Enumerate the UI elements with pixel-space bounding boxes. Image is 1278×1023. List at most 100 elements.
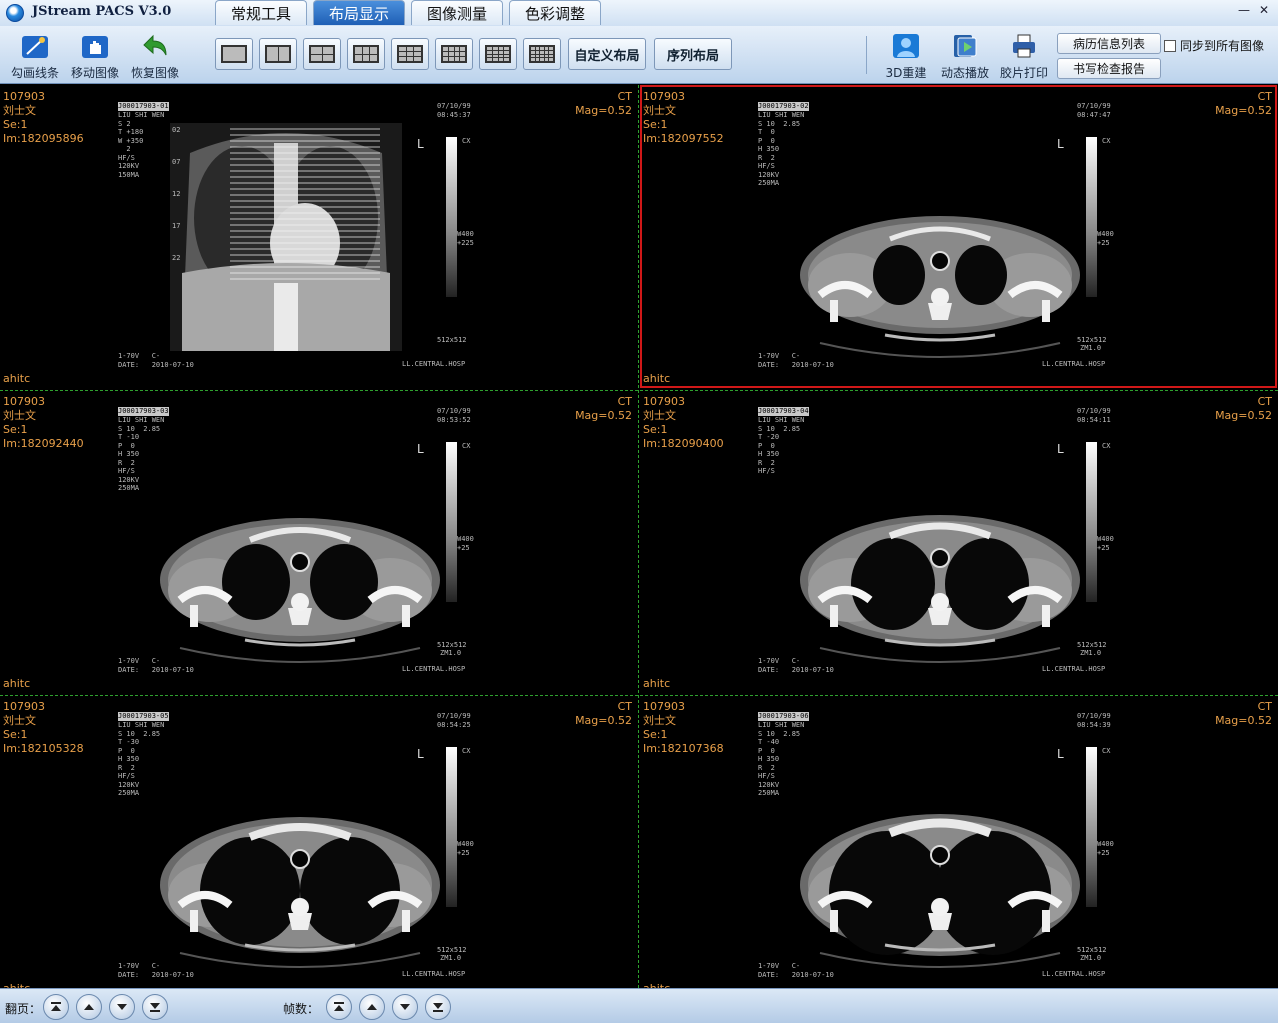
orientation-marker: L bbox=[417, 747, 424, 761]
viewport-1[interactable]: 107903 刘士文 Se:1 Im:182095896 CT Mag=0.52 ahitc… bbox=[0, 85, 637, 388]
series-layout-button[interactable]: 序列布局 bbox=[654, 38, 732, 70]
grayscale-bar bbox=[446, 442, 457, 602]
app-title: JStream PACS V3.0 bbox=[32, 4, 172, 19]
film-date: 07/10/99 08:54:11 bbox=[1077, 407, 1111, 424]
title-bar: JStream PACS V3.0 常规工具 布局显示 图像测量 色彩调整 — … bbox=[0, 0, 1278, 26]
prev-frame-button[interactable] bbox=[359, 994, 385, 1020]
series-number: Se:1 bbox=[3, 728, 28, 741]
medical-history-button[interactable]: 病历信息列表 bbox=[1057, 33, 1161, 54]
minimize-button[interactable]: — bbox=[1236, 3, 1252, 17]
layout-4x4-button[interactable] bbox=[479, 38, 517, 70]
matrix-label: 512x512 bbox=[437, 641, 467, 649]
viewport-2[interactable]: 107903 刘士文 Se:1 Im:182097552 CT Mag=0.52 ahitc… bbox=[640, 85, 1277, 388]
frame-label: 帧数： bbox=[283, 1002, 320, 1016]
ct-slice-image bbox=[150, 480, 450, 674]
tab-image-measure[interactable]: 图像测量 bbox=[411, 0, 503, 25]
orientation-marker: L bbox=[1057, 747, 1064, 761]
viewport-6[interactable]: 107903刘士文Se:1Im:182107368CTMag=0.52ahitc… bbox=[640, 695, 1277, 998]
layout-4x5-button[interactable] bbox=[523, 38, 561, 70]
layout-2x2-button[interactable] bbox=[303, 38, 341, 70]
layout-grid-icon bbox=[529, 45, 555, 63]
film-id: J00017903-03 bbox=[118, 407, 169, 416]
zoom-label: ZM1.0 bbox=[1080, 649, 1102, 657]
patient-name: 刘士文 bbox=[3, 409, 36, 422]
next-page-icon bbox=[117, 1004, 127, 1010]
modality-label: CT bbox=[1257, 395, 1272, 408]
layout-2x3-button[interactable] bbox=[347, 38, 385, 70]
window-level-label: W400 +25 bbox=[1097, 840, 1114, 857]
film-info: LIU SHI WEN S 10 2.85 T -20 P 0 H 350 R … bbox=[758, 416, 805, 475]
last-page-icon bbox=[150, 1003, 160, 1012]
window-level-label: W400 +25 bbox=[457, 535, 474, 552]
cx-label: CX bbox=[462, 442, 471, 450]
close-button[interactable]: ✕ bbox=[1256, 3, 1272, 17]
layout-grid-icon bbox=[265, 45, 291, 63]
move-image-button[interactable]: 移动图像 bbox=[65, 30, 125, 82]
viewport-4[interactable]: 107903 刘士文 Se:1 Im:182090400 CT Mag=0.52 ahitc… bbox=[640, 390, 1277, 693]
last-frame-icon bbox=[433, 1003, 443, 1012]
prev-page-button[interactable] bbox=[76, 994, 102, 1020]
patient-id: 107903 bbox=[643, 700, 685, 713]
image-number: Im:182095896 bbox=[3, 132, 84, 145]
sync-all-checkbox[interactable]: 同步到所有图像 bbox=[1164, 37, 1264, 54]
tab-color-adjust[interactable]: 色彩调整 bbox=[509, 0, 601, 25]
zoom-label: ZM1.0 bbox=[440, 954, 462, 962]
station-label: ahitc bbox=[3, 677, 31, 690]
3d-reconstruction-icon bbox=[891, 32, 921, 60]
last-frame-button[interactable] bbox=[425, 994, 451, 1020]
write-report-button[interactable]: 书写检查报告 bbox=[1057, 58, 1161, 79]
layout-1x2-button[interactable] bbox=[259, 38, 297, 70]
film-footer-right: LL.CENTRAL.HOSP bbox=[402, 360, 466, 368]
matrix-label: 512x512 bbox=[1077, 641, 1107, 649]
magnification-label: Mag=0.52 bbox=[1215, 409, 1272, 422]
viewport-3[interactable]: 107903 刘士文 Se:1 Im:182092440 CT Mag=0.52 ahitc… bbox=[0, 390, 637, 693]
draw-line-icon bbox=[20, 32, 50, 60]
dynamic-playback-button[interactable]: 动态播放 bbox=[935, 30, 995, 82]
layout-grid-icon bbox=[397, 45, 423, 63]
dynamic-playback-icon bbox=[950, 32, 980, 60]
last-page-button[interactable] bbox=[142, 994, 168, 1020]
grid-divider-horizontal bbox=[0, 390, 1278, 391]
image-viewer[interactable]: 107903 刘士文 Se:1 Im:182095896 CT Mag=0.52 ahitc… bbox=[0, 85, 1278, 998]
grid-divider-vertical bbox=[638, 85, 639, 988]
layout-3x3-button[interactable] bbox=[391, 38, 429, 70]
layout-grid-icon bbox=[441, 45, 467, 63]
first-frame-button[interactable] bbox=[326, 994, 352, 1020]
magnification-label: Mag=0.52 bbox=[575, 409, 632, 422]
station-label: ahitc bbox=[643, 677, 671, 690]
layout-1x1-button[interactable] bbox=[215, 38, 253, 70]
next-page-button[interactable] bbox=[109, 994, 135, 1020]
grayscale-bar bbox=[1086, 137, 1097, 297]
restore-image-button[interactable]: 恢复图像 bbox=[125, 30, 185, 82]
orientation-marker: L bbox=[417, 137, 424, 151]
custom-layout-button[interactable]: 自定义布局 bbox=[568, 38, 646, 70]
film-print-button[interactable]: 胶片打印 bbox=[994, 30, 1054, 82]
3d-reconstruction-button[interactable]: 3D重建 bbox=[876, 30, 936, 82]
first-page-button[interactable] bbox=[43, 994, 69, 1020]
patient-name: 刘士文 bbox=[3, 104, 36, 117]
layout-3x4-button[interactable] bbox=[435, 38, 473, 70]
scout-line-label: 12 bbox=[172, 190, 181, 198]
modality-label: CT bbox=[617, 395, 632, 408]
image-number: Im:182107368 bbox=[643, 742, 724, 755]
series-number: Se:1 bbox=[643, 423, 668, 436]
series-number: Se:1 bbox=[643, 728, 668, 741]
magnification-label: Mag=0.52 bbox=[1215, 104, 1272, 117]
next-frame-button[interactable] bbox=[392, 994, 418, 1020]
draw-line-button[interactable]: 勾画线条 bbox=[5, 30, 65, 82]
film-id: J00017903-04 bbox=[758, 407, 809, 416]
cx-label: CX bbox=[1102, 747, 1111, 755]
scout-line-label: 02 bbox=[172, 126, 181, 134]
series-number: Se:1 bbox=[643, 118, 668, 131]
matrix-label: 512x512 bbox=[1077, 336, 1107, 344]
modality-label: CT bbox=[1257, 700, 1272, 713]
checkbox-box[interactable] bbox=[1164, 39, 1176, 52]
window-level-label: W400 +25 bbox=[1097, 535, 1114, 552]
tab-general-tools[interactable]: 常规工具 bbox=[215, 0, 307, 25]
viewport-5[interactable]: 107903刘士文Se:1Im:182105328CTMag=0.52ahitc… bbox=[0, 695, 637, 998]
tab-layout-display[interactable]: 布局显示 bbox=[313, 0, 405, 25]
patient-id: 107903 bbox=[643, 90, 685, 103]
ct-slice-image bbox=[790, 785, 1090, 979]
grayscale-bar bbox=[1086, 747, 1097, 907]
ct-slice-image bbox=[790, 480, 1090, 674]
